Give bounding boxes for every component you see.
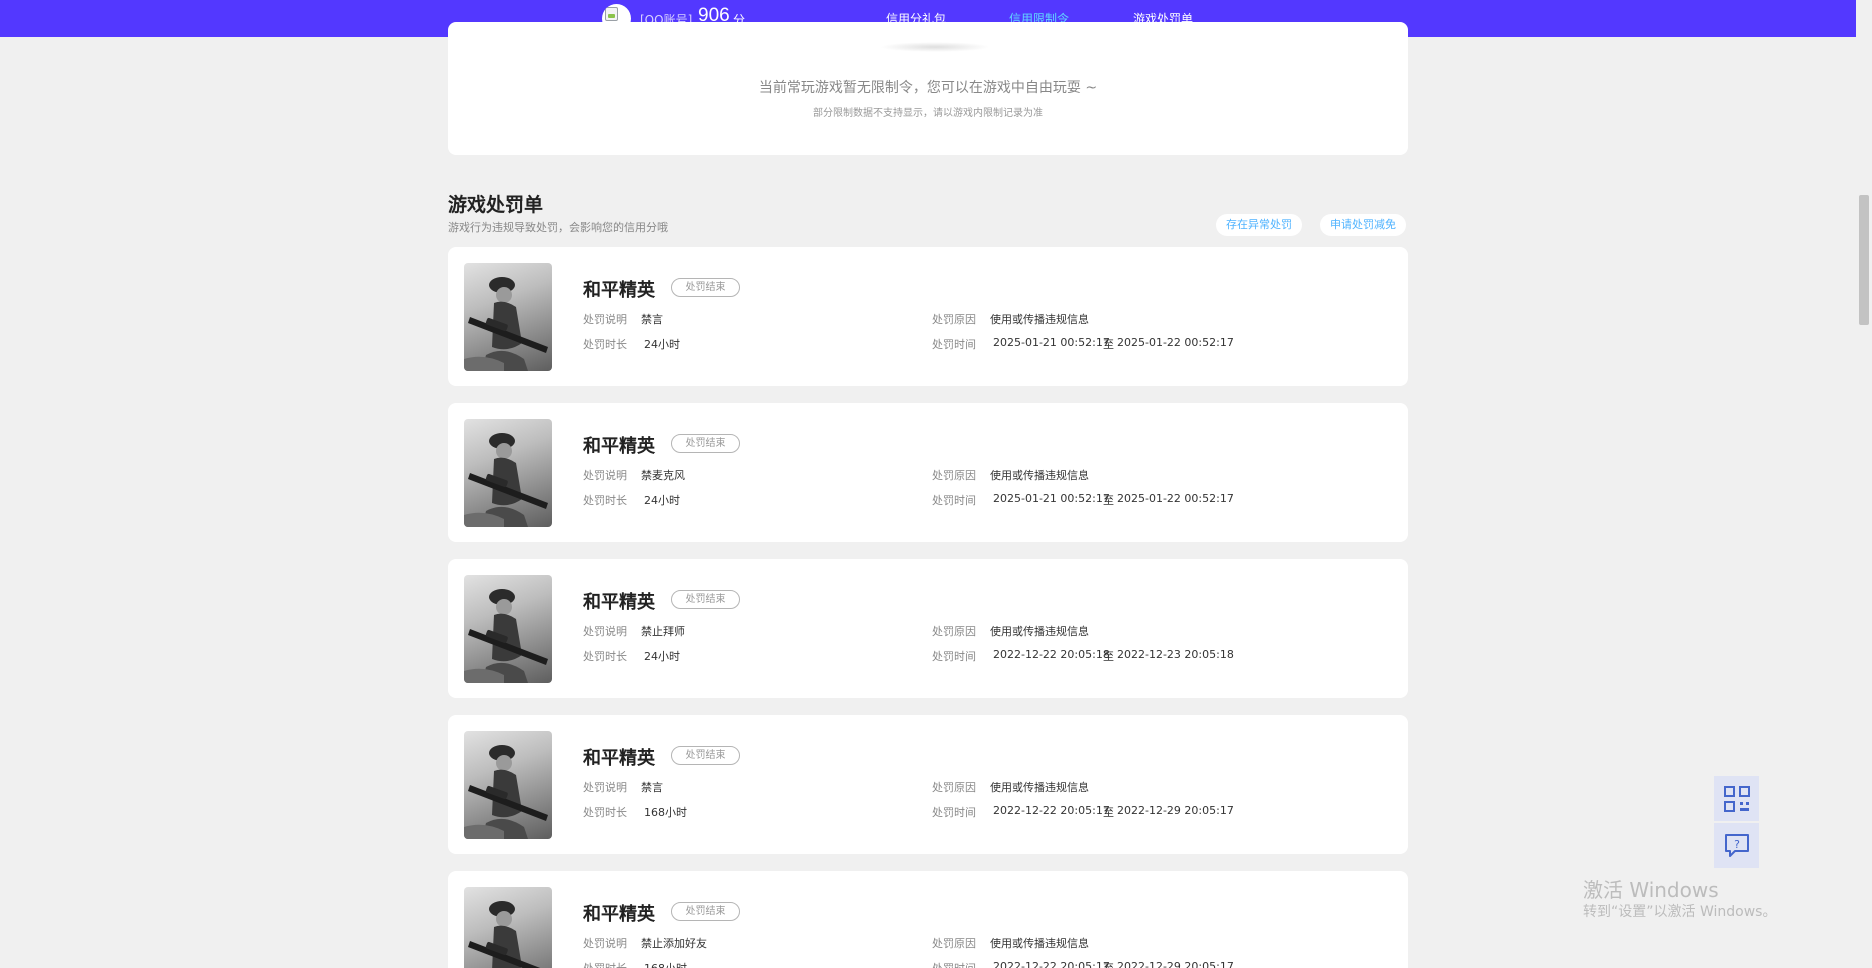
- penalty-duration-value: 168小时: [644, 960, 687, 968]
- penalty-end-time: 2025-01-22 00:52:17: [1117, 336, 1234, 349]
- game-name: 和平精英: [583, 592, 655, 613]
- penalty-duration-label: 处罚时长: [583, 494, 627, 507]
- game-art-icon: [468, 901, 541, 968]
- game-art-icon: [464, 745, 548, 839]
- game-name: 和平精英: [583, 436, 655, 457]
- penalty-time-label: 处罚时间: [932, 338, 976, 351]
- penalty-start-time: 2022-12-22 20:05:18: [993, 648, 1110, 661]
- page-scrollbar-track[interactable]: [1856, 0, 1872, 968]
- penalty-reason-label: 处罚原因: [932, 313, 976, 326]
- penalty-reason-value: 使用或传播违规信息: [990, 937, 1089, 950]
- game-thumbnail: [464, 731, 552, 839]
- penalty-card: 和平精英 处罚结束 处罚说明 禁言 处罚时长 168小时 处罚原因 使用或传播违…: [448, 715, 1408, 854]
- penalty-section-title: 游戏处罚单: [448, 194, 544, 216]
- penalty-duration-label: 处罚时长: [583, 806, 627, 819]
- game-thumbnail: [464, 419, 552, 527]
- penalty-reason-value: 使用或传播违规信息: [990, 313, 1089, 326]
- penalty-duration-label: 处罚时长: [583, 960, 627, 968]
- abnormal-penalty-button[interactable]: 存在异常处罚: [1216, 214, 1302, 236]
- penalty-end-time: 2022-12-29 20:05:17: [1117, 804, 1234, 817]
- restriction-note: 部分限制数据不支持显示，请以游戏内限制记录为准: [813, 108, 1043, 119]
- penalty-time-label: 处罚时间: [932, 650, 976, 663]
- penalty-card: 和平精英 处罚结束 处罚说明 禁麦克风 处罚时长 24小时 处罚原因 使用或传播…: [448, 403, 1408, 542]
- question-chat-icon: ?: [1725, 834, 1749, 857]
- penalty-reason-label: 处罚原因: [932, 469, 976, 482]
- penalty-end-time: 2022-12-23 20:05:18: [1117, 648, 1234, 661]
- penalty-start-time: 2022-12-22 20:05:17: [993, 804, 1110, 817]
- appeal-penalty-button[interactable]: 申请处罚减免: [1320, 214, 1406, 236]
- penalty-reason-value: 使用或传播违规信息: [990, 469, 1089, 482]
- penalty-time-separator: 至: [1103, 806, 1114, 819]
- qr-code-button[interactable]: [1714, 776, 1759, 821]
- penalty-status-badge: 处罚结束: [671, 434, 740, 453]
- restriction-card: 当前常玩游戏暂无限制令，您可以在游戏中自由玩耍 ~ 部分限制数据不支持显示，请以…: [448, 22, 1408, 155]
- penalty-start-time: 2022-12-22 20:05:17: [993, 960, 1110, 968]
- game-art-icon: [464, 277, 548, 371]
- penalty-time-separator: 至: [1103, 650, 1114, 663]
- penalty-card: 和平精英 处罚结束 处罚说明 禁言 处罚时长 24小时 处罚原因 使用或传播违规…: [448, 247, 1408, 386]
- qr-code-icon: [1724, 786, 1750, 812]
- page-scrollbar-thumb[interactable]: [1859, 195, 1869, 325]
- penalty-reason-label: 处罚原因: [932, 937, 976, 950]
- penalty-duration-label: 处罚时长: [583, 650, 627, 663]
- penalty-time-separator: 至: [1103, 338, 1114, 351]
- penalty-card: 和平精英 处罚结束 处罚说明 禁止添加好友 处罚时长 168小时 处罚原因 使用…: [448, 871, 1408, 968]
- game-art-icon: [464, 433, 548, 527]
- penalty-desc-label: 处罚说明: [583, 313, 627, 326]
- penalty-status-badge: 处罚结束: [671, 746, 740, 765]
- penalty-duration-value: 24小时: [644, 338, 680, 351]
- penalty-card: 和平精英 处罚结束 处罚说明 禁止拜师 处罚时长 24小时 处罚原因 使用或传播…: [448, 559, 1408, 698]
- penalty-time-separator: 至: [1103, 960, 1114, 968]
- penalty-desc-label: 处罚说明: [583, 625, 627, 638]
- penalty-time-label: 处罚时间: [932, 960, 976, 968]
- penalty-section-subtitle: 游戏行为违规导致处罚，会影响您的信用分哦: [448, 221, 668, 234]
- penalty-desc-value: 禁止拜师: [641, 625, 685, 638]
- game-thumbnail: [464, 575, 552, 683]
- game-thumbnail: [464, 263, 552, 371]
- penalty-time-label: 处罚时间: [932, 494, 976, 507]
- penalty-desc-value: 禁言: [641, 781, 663, 794]
- penalty-desc-value: 禁止添加好友: [641, 937, 707, 950]
- windows-activation-subtitle: 转到“设置”以激活 Windows。: [1583, 904, 1777, 920]
- penalty-time-label: 处罚时间: [932, 806, 976, 819]
- penalty-desc-value: 禁麦克风: [641, 469, 685, 482]
- penalty-desc-label: 处罚说明: [583, 781, 627, 794]
- penalty-start-time: 2025-01-21 00:52:17: [993, 336, 1110, 349]
- penalty-duration-value: 24小时: [644, 650, 680, 663]
- penalty-desc-label: 处罚说明: [583, 937, 627, 950]
- penalty-time-separator: 至: [1103, 494, 1114, 507]
- penalty-reason-value: 使用或传播违规信息: [990, 781, 1089, 794]
- penalty-duration-value: 24小时: [644, 494, 680, 507]
- help-feedback-button[interactable]: ?: [1714, 823, 1759, 868]
- penalty-reason-label: 处罚原因: [932, 781, 976, 794]
- penalty-start-time: 2025-01-21 00:52:17: [993, 492, 1110, 505]
- penalty-duration-value: 168小时: [644, 806, 687, 819]
- penalty-reason-label: 处罚原因: [932, 625, 976, 638]
- game-name: 和平精英: [583, 904, 655, 925]
- game-name: 和平精英: [583, 280, 655, 301]
- penalty-end-time: 2022-12-29 20:05:17: [1117, 960, 1234, 968]
- game-thumbnail: [464, 887, 552, 968]
- windows-activation-title: 激活 Windows: [1583, 878, 1719, 902]
- game-art-icon: [464, 589, 548, 683]
- penalty-desc-value: 禁言: [641, 313, 663, 326]
- penalty-status-badge: 处罚结束: [671, 590, 740, 609]
- empty-illustration-shadow: [880, 42, 990, 52]
- game-name: 和平精英: [583, 748, 655, 769]
- penalty-status-badge: 处罚结束: [671, 278, 740, 297]
- broken-image-icon: [605, 7, 618, 21]
- svg-text:?: ?: [1734, 838, 1740, 851]
- penalty-end-time: 2025-01-22 00:52:17: [1117, 492, 1234, 505]
- penalty-status-badge: 处罚结束: [671, 902, 740, 921]
- restriction-message: 当前常玩游戏暂无限制令，您可以在游戏中自由玩耍 ~: [758, 80, 1098, 96]
- penalty-reason-value: 使用或传播违规信息: [990, 625, 1089, 638]
- penalty-desc-label: 处罚说明: [583, 469, 627, 482]
- penalty-duration-label: 处罚时长: [583, 338, 627, 351]
